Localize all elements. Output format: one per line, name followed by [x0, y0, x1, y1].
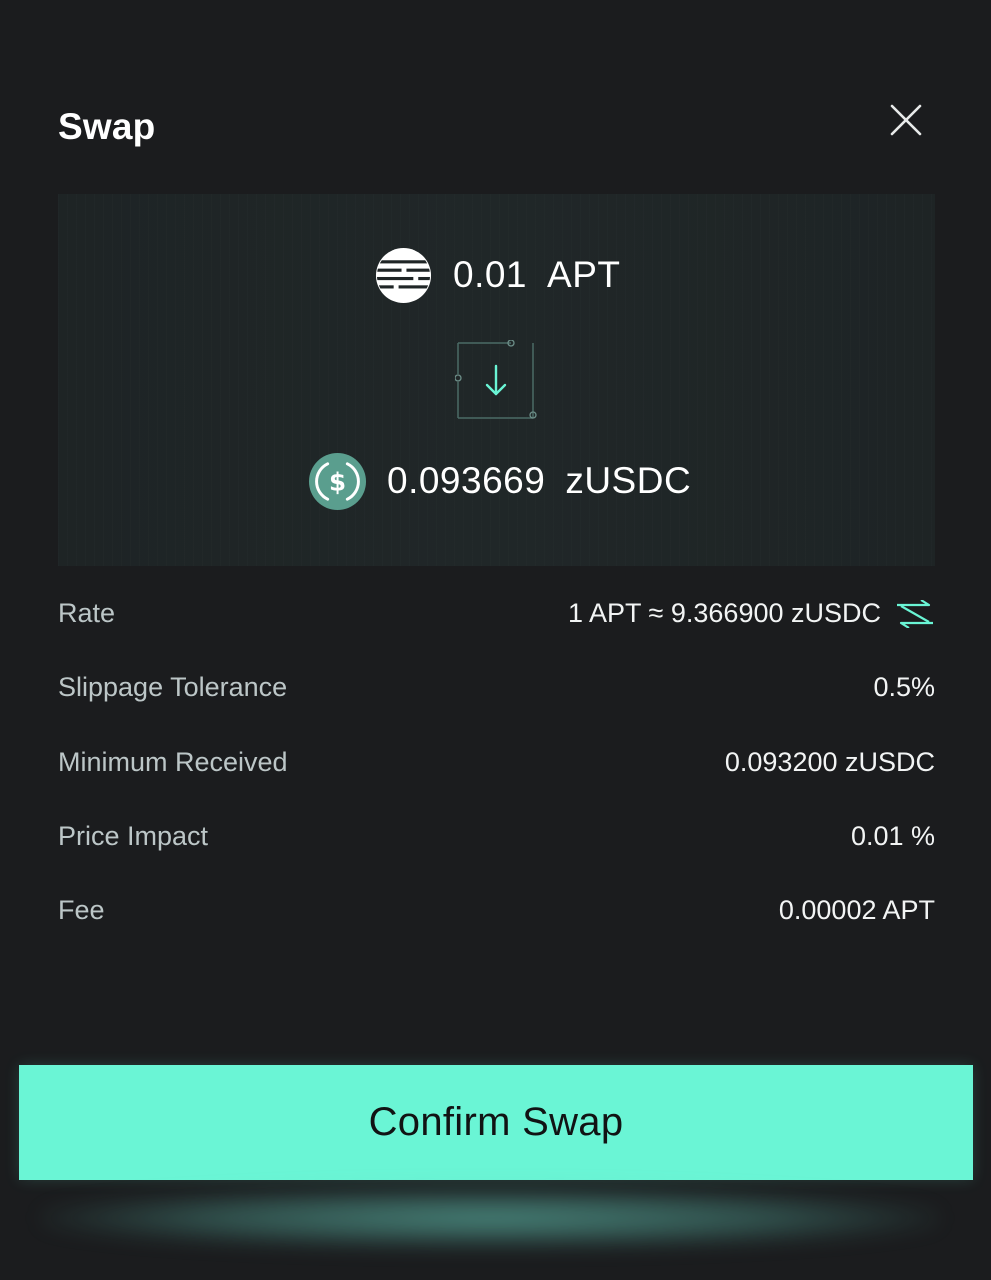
swap-details: Rate 1 APT ≈ 9.366900 zUSDC Slippage Tol…	[58, 598, 935, 969]
aptos-icon	[374, 246, 433, 305]
price-impact-value: 0.01 %	[850, 820, 935, 851]
to-amount: 0.093669	[387, 460, 546, 501]
rate-value: 1 APT ≈ 9.366900 zUSDC	[568, 598, 881, 628]
close-icon	[890, 104, 922, 136]
usdc-icon: $	[308, 452, 367, 511]
arrow-down-icon	[455, 340, 537, 419]
switch-rate-icon	[897, 599, 933, 628]
fee-label: Fee	[58, 895, 105, 926]
svg-text:$: $	[329, 467, 346, 496]
confirm-swap-button[interactable]: Confirm Swap	[19, 1065, 973, 1180]
rate-value-group: 1 APT ≈ 9.366900 zUSDC	[568, 598, 935, 629]
to-token: $ 0.093669 zUSDC	[308, 451, 691, 511]
rate-label: Rate	[58, 598, 116, 628]
slippage-value: 0.5%	[873, 672, 935, 703]
switch-rate-button[interactable]	[895, 599, 935, 628]
from-token: 0.01 APT	[374, 245, 620, 305]
button-glow	[40, 1188, 940, 1248]
minimum-received-row: Minimum Received 0.093200 zUSDC	[58, 747, 935, 821]
minimum-received-value: 0.093200 zUSDC	[724, 746, 935, 777]
swap-direction-indicator	[455, 340, 537, 422]
swap-summary-panel: 0.01 APT $ 0.093669 zUSDC	[58, 194, 935, 566]
slippage-row: Slippage Tolerance 0.5%	[58, 672, 935, 746]
to-symbol: zUSDC	[565, 460, 692, 501]
price-impact-row: Price Impact 0.01 %	[58, 821, 935, 895]
minimum-received-label: Minimum Received	[58, 746, 288, 777]
slippage-label: Slippage Tolerance	[58, 672, 288, 703]
modal-title: Swap	[58, 106, 156, 147]
from-symbol: APT	[547, 254, 621, 295]
rate-row: Rate 1 APT ≈ 9.366900 zUSDC	[58, 598, 935, 672]
price-impact-label: Price Impact	[58, 820, 209, 851]
close-button[interactable]	[884, 98, 928, 142]
fee-value: 0.00002 APT	[778, 895, 935, 926]
from-amount: 0.01	[453, 254, 528, 295]
fee-row: Fee 0.00002 APT	[58, 895, 935, 969]
swap-modal: Swap 0.01 APT $ 0.093669 zUSDC Rate 1 AP…	[0, 0, 991, 1280]
